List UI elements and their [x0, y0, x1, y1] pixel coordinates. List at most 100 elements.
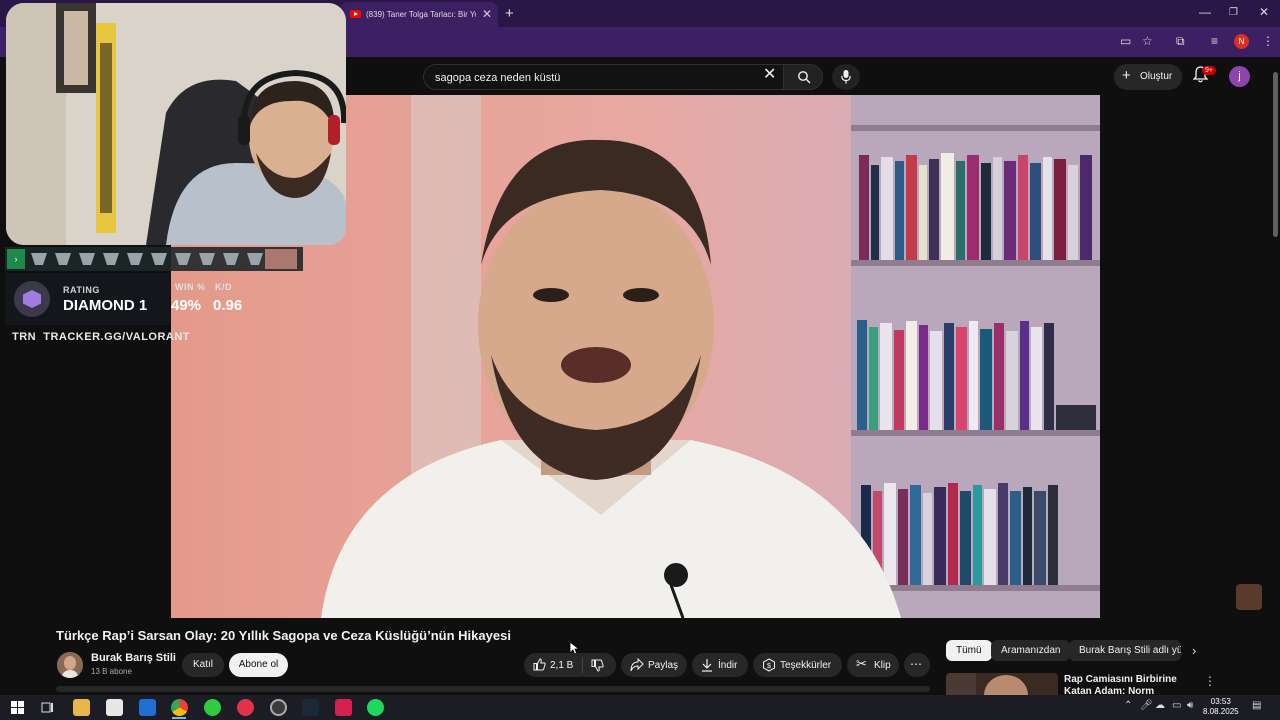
webcam-image	[6, 3, 346, 245]
rating-label: RATING	[63, 285, 100, 295]
share-button[interactable]: Paylaş	[621, 653, 687, 677]
extensions-icon[interactable]: ⧉	[1176, 34, 1185, 49]
match-history-bar: ›	[5, 247, 303, 271]
join-button[interactable]: Katıl	[182, 653, 224, 677]
windows-start-icon[interactable]	[9, 699, 26, 716]
channel-name[interactable]: Burak Barış Stili	[91, 652, 176, 664]
notifications-center-icon[interactable]: ▤	[1252, 700, 1261, 711]
search-box[interactable]	[423, 64, 784, 90]
new-tab-button[interactable]: +	[505, 5, 514, 22]
scissors-icon: ✂	[856, 656, 867, 671]
thanks-button[interactable]: $ Teşekkürler	[753, 653, 842, 677]
search-icon	[798, 71, 811, 84]
calculator-icon[interactable]	[106, 699, 123, 716]
account-avatar[interactable]: j	[1229, 66, 1250, 87]
clip-button[interactable]: ✂ Klip	[847, 653, 899, 677]
like-button[interactable]: 2,1 B	[524, 653, 582, 677]
create-label: Oluştur	[1140, 71, 1173, 82]
channel-avatar[interactable]	[57, 652, 83, 678]
svg-text:$: $	[767, 663, 771, 670]
share-icon	[630, 658, 644, 672]
restore-icon[interactable]: ❐	[1229, 7, 1238, 18]
media-control-icon[interactable]: ≡	[1211, 34, 1218, 48]
description-box-edge[interactable]	[56, 686, 930, 692]
outlook-icon[interactable]	[139, 699, 156, 716]
rank-card: RATING DIAMOND 1	[5, 273, 170, 325]
obs-icon[interactable]	[270, 699, 287, 716]
notification-count-badge: 9+	[1202, 66, 1216, 75]
diamond-rank-icon	[14, 281, 50, 317]
expand-arrow-icon: ›	[7, 249, 25, 269]
chips-next-arrow-icon[interactable]: ›	[1192, 643, 1196, 658]
streamer-webcam-overlay	[6, 3, 346, 245]
scrollbar-thumb[interactable]	[1273, 72, 1278, 237]
network-icon[interactable]: ▭	[1172, 700, 1181, 711]
clear-search-icon[interactable]: ✕	[763, 64, 776, 84]
like-divider	[582, 657, 583, 673]
kd-label: K/D	[215, 282, 232, 292]
trn-logo: TRN TRACKER.GG/VALORANT	[12, 331, 190, 343]
spotify-icon[interactable]	[367, 699, 384, 716]
chrome-icon[interactable]	[171, 699, 188, 716]
download-label: İndir	[718, 660, 738, 671]
recommended-video-title[interactable]: Rap Camiasını Birbirine Katan Adam: Norm…	[1064, 674, 1194, 696]
thumbs-down-icon	[591, 659, 604, 672]
more-horizontal-icon: ⋯	[910, 657, 922, 671]
share-label: Paylaş	[648, 660, 679, 671]
dislike-button[interactable]	[584, 653, 616, 677]
task-view-icon[interactable]	[39, 699, 56, 716]
chip-from-search[interactable]: Aramanızdan	[991, 640, 1071, 661]
window-close-icon[interactable]: ✕	[1259, 5, 1269, 19]
kd-value: 0.96	[213, 297, 243, 314]
channel-avatar-image	[57, 652, 83, 678]
chip-all[interactable]: Tümü	[946, 640, 992, 661]
browser-tab-youtube[interactable]: (839) Taner Tolga Tarlacı: Bir Yol ✕	[340, 2, 498, 27]
volume-icon[interactable]: 🔊︎	[1187, 700, 1193, 711]
tab-title: (839) Taner Tolga Tarlacı: Bir Yol	[366, 10, 476, 19]
app-red-icon[interactable]	[335, 699, 352, 716]
file-explorer-icon[interactable]	[73, 699, 90, 716]
match-history-icons	[31, 249, 297, 269]
browser-menu-icon[interactable]: ⋮	[1262, 34, 1274, 48]
plus-icon: +	[1122, 67, 1131, 84]
tray-expand-icon[interactable]: ⌃	[1124, 700, 1132, 711]
win-percent-label: WIN %	[175, 282, 206, 292]
trn-logo-text: TRN	[12, 331, 37, 343]
subscribe-button[interactable]: Abone ol	[229, 653, 288, 677]
video-title: Türkçe Rap’i Sarsan Olay: 20 Yıllık Sago…	[56, 628, 511, 643]
download-icon	[702, 659, 712, 672]
microphone-icon	[841, 70, 851, 84]
search-button[interactable]	[783, 64, 823, 90]
recommended-video-thumbnail[interactable]	[946, 673, 1058, 695]
tray-mic-icon[interactable]: 🎤︎	[1140, 700, 1153, 711]
valorant-tracker-overlay: › RATING DIAMOND 1 WIN % 49% K/D 0.96 TR…	[5, 247, 303, 347]
rank-value: DIAMOND 1	[63, 297, 148, 314]
bookmark-star-icon[interactable]: ☆	[1142, 34, 1153, 48]
chrome-active-indicator	[172, 717, 186, 719]
download-button[interactable]: İndir	[692, 653, 748, 677]
like-count: 2,1 B	[550, 660, 574, 671]
clock-time: 03:53	[1210, 697, 1231, 706]
browser-profile-avatar[interactable]: N	[1234, 34, 1249, 49]
voice-search-button[interactable]	[832, 64, 860, 90]
windows-taskbar	[0, 695, 1280, 720]
clock-date: 8.08.2025	[1203, 707, 1239, 716]
steam-icon[interactable]	[302, 699, 319, 716]
recommended-more-icon[interactable]: ⋮	[1204, 674, 1216, 688]
search-input[interactable]	[435, 70, 755, 86]
valorant-icon[interactable]	[237, 699, 254, 716]
create-button[interactable]: + Oluştur	[1114, 64, 1182, 90]
more-actions-button[interactable]: ⋯	[904, 653, 930, 677]
chip-channel-uploads[interactable]: Burak Barış Stili adlı yük	[1069, 640, 1181, 661]
subscriber-count: 13 B abone	[91, 667, 132, 676]
minimize-icon[interactable]: —	[1199, 5, 1211, 19]
onedrive-icon[interactable]: ☁	[1155, 700, 1165, 711]
cast-icon[interactable]: ▭	[1120, 34, 1131, 48]
app-green-icon[interactable]	[204, 699, 221, 716]
taskbar-clock[interactable]: 03:53 8.08.2025	[1203, 697, 1239, 717]
clip-label: Klip	[874, 660, 891, 671]
page-scrollbar[interactable]	[1271, 62, 1280, 687]
win-percent-value: 49%	[171, 297, 202, 314]
channel-watermark[interactable]	[1236, 584, 1262, 610]
tab-close-icon[interactable]: ✕	[482, 7, 492, 21]
